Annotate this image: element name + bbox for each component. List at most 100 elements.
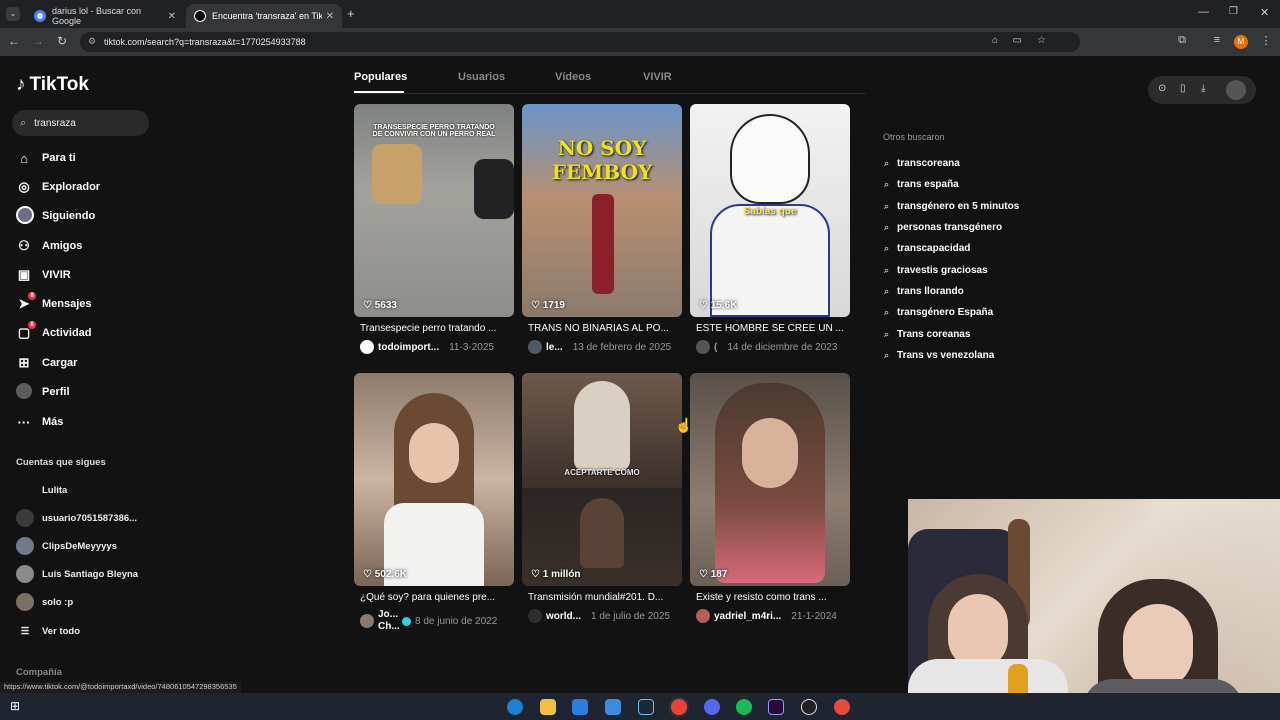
tab-vivir[interactable]: VIVIR — [643, 71, 672, 83]
video-thumbnail[interactable]: ♡ 502.6K — [354, 373, 514, 586]
suggestion-link[interactable]: ⌕ Trans coreanas — [884, 329, 970, 340]
back-button[interactable]: ← — [6, 34, 22, 48]
tab-search-button[interactable]: ⌄ — [6, 7, 20, 21]
tab-videos[interactable]: Vídeos — [555, 71, 591, 83]
new-tab-button[interactable]: + — [347, 6, 355, 21]
following-account[interactable]: Luis Santiago Bleyna — [16, 564, 138, 584]
search-input[interactable]: ⌕ transraza — [12, 110, 149, 136]
steam-icon[interactable] — [638, 699, 654, 715]
obs-icon[interactable] — [801, 699, 817, 715]
chrome-icon[interactable] — [671, 699, 687, 715]
nav-mensajes[interactable]: ➤ 8 Mensajes — [16, 292, 92, 315]
video-author[interactable]: todoimport... — [378, 342, 439, 353]
bookmark-star-icon[interactable]: ☆ — [1037, 35, 1046, 46]
download-icon[interactable]: ⤓ — [1201, 83, 1205, 94]
suggestion-link[interactable]: ⌕ personas transgénero — [884, 222, 1002, 233]
nav-para-ti[interactable]: ⌂ Para ti — [16, 147, 76, 169]
media-icon[interactable]: ≡ — [1209, 34, 1225, 46]
video-title[interactable]: Transespecie perro tratando ... — [360, 323, 514, 334]
like-count: ♡ 1 millón — [531, 569, 581, 580]
video-thumbnail[interactable]: ACEPTARTE COMO ♡ 1 millón — [522, 373, 682, 586]
minimize-button[interactable]: — — [1198, 6, 1209, 18]
tab-usuarios[interactable]: Usuarios — [458, 71, 505, 83]
video-thumbnail[interactable]: ♡ 187 — [690, 373, 850, 586]
device-icon[interactable]: ▯ — [1180, 83, 1186, 94]
outlook-icon[interactable] — [605, 699, 621, 715]
following-account[interactable]: ClipsDeMeyyyys — [16, 536, 117, 556]
address-bar-row: ← → ↻ ⚙ tiktok.com/search?q=transraza&t=… — [0, 28, 1280, 56]
site-info-icon[interactable]: ⚙ — [88, 36, 96, 47]
nav-vivir[interactable]: ▣ VIVIR — [16, 264, 71, 286]
avatar[interactable] — [360, 614, 374, 628]
video-author[interactable]: le... — [546, 342, 563, 353]
avatar[interactable] — [696, 340, 710, 354]
menu-kebab-icon[interactable]: ⋮ — [1258, 34, 1274, 47]
reload-button[interactable]: ↻ — [54, 34, 70, 48]
nav-cargar[interactable]: ⊞ Cargar — [16, 352, 78, 374]
video-author[interactable]: yadriel_m4ri... — [714, 611, 781, 622]
tiktok-logo[interactable]: ♪ TikTok — [16, 74, 89, 96]
nav-amigos[interactable]: ⚇ Amigos — [16, 235, 82, 257]
see-all-link[interactable]: ☰ Ver todo — [16, 621, 80, 641]
following-account[interactable]: Lulita — [16, 480, 67, 500]
tab-populares[interactable]: Populares — [354, 71, 407, 83]
avatar[interactable] — [360, 340, 374, 354]
nav-perfil[interactable]: Perfil — [16, 381, 70, 403]
avatar[interactable] — [528, 609, 542, 623]
video-author[interactable]: Jo... Ch... — [378, 609, 400, 633]
extensions-icon[interactable]: ⧉ — [1174, 34, 1190, 47]
windows-start-icon[interactable]: ⊞ — [10, 699, 20, 713]
video-author[interactable]: world... — [546, 611, 581, 622]
company-link[interactable]: Compañía — [16, 667, 62, 678]
following-section-title: Cuentas que sigues — [16, 457, 106, 468]
video-title[interactable]: ESTE HOMBRE SE CREE UN ... — [696, 323, 850, 334]
nav-explorador[interactable]: ◎ Explorador — [16, 176, 100, 198]
video-author[interactable]: ( — [714, 342, 717, 353]
profile-avatar[interactable] — [1226, 80, 1246, 100]
file-explorer-icon[interactable] — [540, 699, 556, 715]
suggestion-link[interactable]: ⌕ Trans vs venezolana — [884, 350, 994, 361]
video-thumbnail[interactable]: TRANSESPECIE PERRO TRATANDO DE CONVIVIR … — [354, 104, 514, 317]
url-field[interactable]: ⚙ tiktok.com/search?q=transraza&t=177025… — [80, 32, 1080, 52]
coin-icon[interactable]: ⊙ — [1158, 83, 1166, 94]
browser-tab-tiktok[interactable]: Encuentra 'transraza' en TikTok ✕ — [186, 4, 342, 28]
video-thumbnail[interactable]: Sabías que ♡ 15.6K — [690, 104, 850, 317]
store-icon[interactable] — [572, 699, 588, 715]
video-overlay-text: TRANSESPECIE PERRO TRATANDO DE CONVIVIR … — [372, 124, 496, 138]
avatar[interactable] — [528, 340, 542, 354]
maximize-button[interactable]: ❐ — [1229, 6, 1238, 17]
video-title[interactable]: Transmisión mundial#201. D... — [528, 592, 682, 603]
translate-icon[interactable]: ⌂ — [992, 35, 998, 46]
premiere-icon[interactable] — [768, 699, 784, 715]
avatar — [16, 537, 34, 555]
video-title[interactable]: Existe y resisto como trans ... — [696, 592, 850, 603]
video-thumbnail[interactable]: NO SOY FEMBOY ♡ 1719 — [522, 104, 682, 317]
suggestion-link[interactable]: ⌕ transgénero España — [884, 307, 993, 318]
following-account[interactable]: usuario7051587386... — [16, 508, 137, 528]
suggestion-link[interactable]: ⌕ transcoreana — [884, 158, 960, 169]
avatar[interactable] — [696, 609, 710, 623]
discord-icon[interactable] — [704, 699, 720, 715]
nav-siguiendo[interactable]: Siguiendo — [16, 205, 95, 227]
close-window-button[interactable]: ✕ — [1260, 6, 1269, 19]
video-title[interactable]: ¿Qué soy? para quienes pre... — [360, 592, 514, 603]
nav-mas[interactable]: ··· Más — [16, 411, 64, 433]
close-tab-icon[interactable]: ✕ — [326, 11, 334, 22]
suggestion-link[interactable]: ⌕ transcapacidad — [884, 243, 970, 254]
suggestion-link[interactable]: ⌕ transgénero en 5 minutos — [884, 201, 1019, 212]
windows-taskbar: ⊞ — [0, 693, 1280, 720]
browser-tab-google[interactable]: darius lol - Buscar con Google ✕ — [26, 4, 184, 28]
forward-button[interactable]: → — [30, 34, 46, 48]
spotify-icon[interactable] — [736, 699, 752, 715]
edge-icon[interactable] — [507, 699, 523, 715]
suggestion-link[interactable]: ⌕ trans llorando — [884, 286, 964, 297]
close-tab-icon[interactable]: ✕ — [168, 11, 176, 22]
following-account[interactable]: solo :p — [16, 592, 73, 612]
suggestion-link[interactable]: ⌕ trans españa — [884, 179, 959, 190]
app-icon[interactable] — [834, 699, 850, 715]
suggestion-link[interactable]: ⌕ travestis graciosas — [884, 265, 988, 276]
nav-actividad[interactable]: ▢ 8 Actividad — [16, 321, 92, 344]
cast-icon[interactable]: ▭ — [1013, 35, 1022, 46]
video-title[interactable]: TRANS NO BINARIAS AL PO... — [528, 323, 682, 334]
profile-avatar[interactable]: M — [1234, 35, 1248, 49]
